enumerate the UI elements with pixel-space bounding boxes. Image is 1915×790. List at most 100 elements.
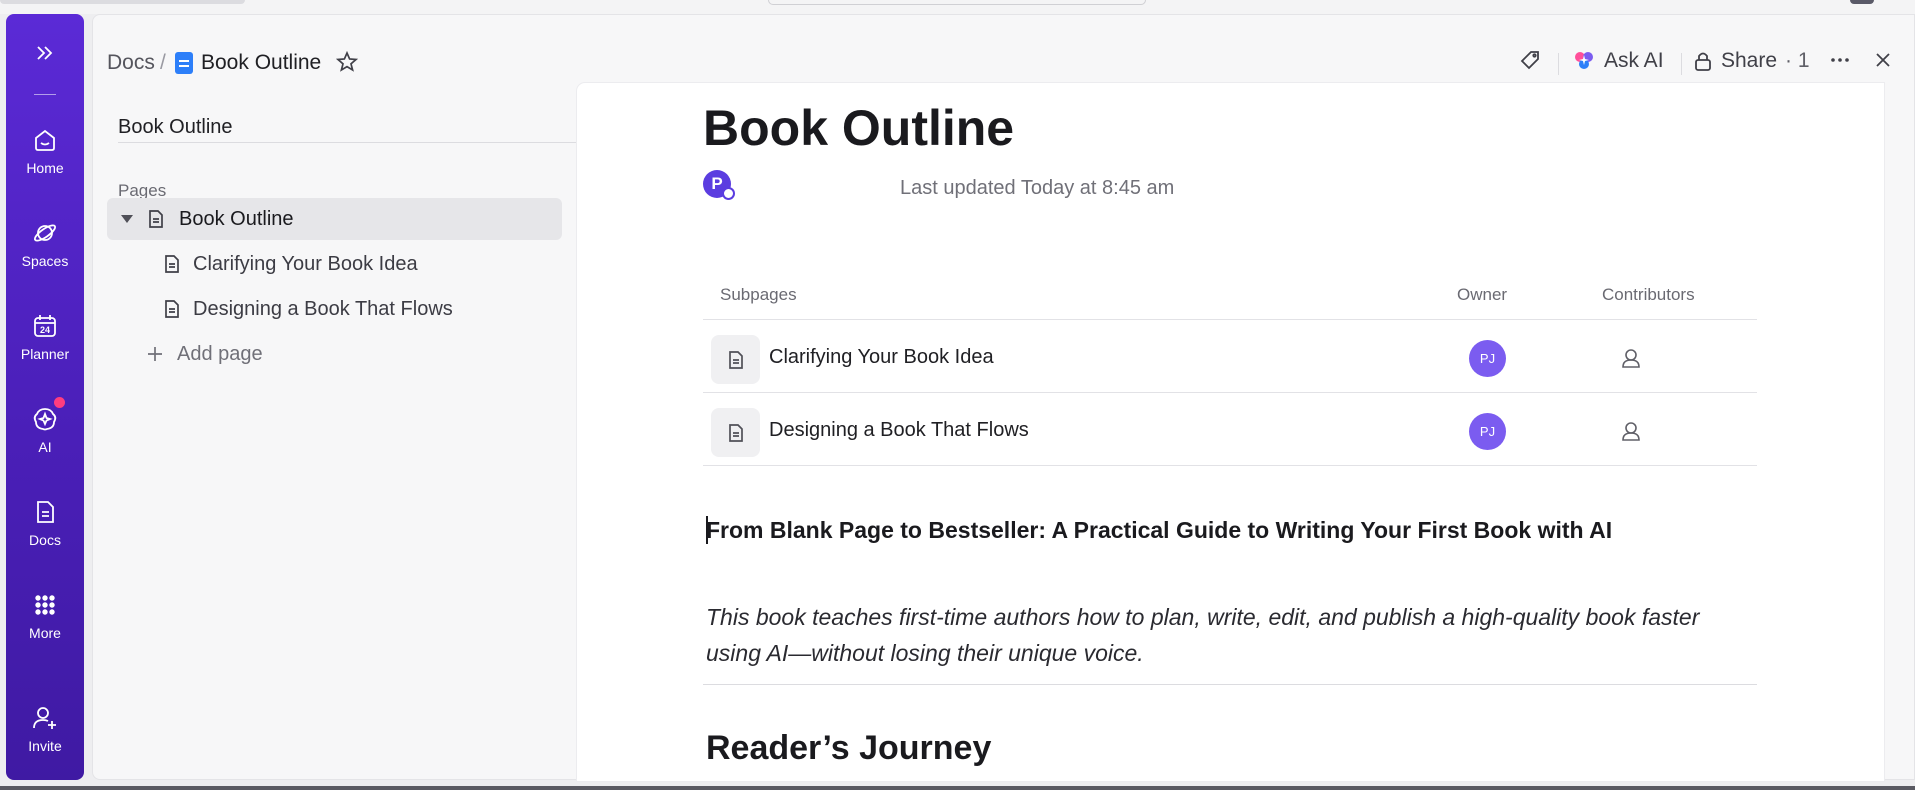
tag-button[interactable]	[1519, 49, 1541, 71]
rail-item-more[interactable]: More	[6, 591, 84, 641]
rail-item-planner[interactable]: 24 Planner	[6, 312, 84, 362]
page-icon	[165, 300, 179, 318]
sidebar-page-book-outline[interactable]: Book Outline	[107, 198, 562, 240]
double-chevron-right-icon	[37, 46, 53, 60]
add-page-button[interactable]: Add page	[107, 333, 562, 375]
sidebar-page-designing[interactable]: Designing a Book That Flows	[107, 288, 562, 330]
user-icon	[1622, 349, 1640, 368]
rail-label-ai: AI	[38, 439, 52, 455]
window-top-strip	[0, 0, 1915, 14]
book-summary[interactable]: This book teaches first-time authors how…	[706, 599, 1756, 671]
star-icon	[335, 50, 359, 72]
main-panel: Docs / Book Outline Ask AI Share · 1 Boo…	[92, 14, 1915, 781]
user-icon	[1622, 422, 1640, 441]
sidebar-title: Book Outline	[118, 116, 233, 138]
expand-rail-button[interactable]	[6, 42, 84, 64]
share-label: Share	[1721, 49, 1778, 72]
left-rail: Home Spaces 24 Planner AI Docs More Invi…	[6, 14, 84, 780]
ai-brain-icon	[33, 408, 57, 431]
book-title-heading[interactable]: From Blank Page to Bestseller: A Practic…	[706, 517, 1612, 544]
contributors-cell[interactable]	[1619, 419, 1643, 448]
page-icon	[728, 423, 743, 442]
sidebar-page-label: Clarifying Your Book Idea	[193, 252, 418, 275]
planet-icon	[34, 224, 56, 242]
sidebar-page-label: Designing a Book That Flows	[193, 297, 453, 320]
more-horizontal-icon	[1831, 58, 1849, 62]
document-canvas: Book Outline P Last updated Today at 8:4…	[577, 83, 1884, 781]
tag-icon	[1520, 51, 1539, 70]
owner-avatar[interactable]: PJ	[1469, 413, 1506, 450]
table-row[interactable]: Clarifying Your Book Idea PJ	[703, 320, 1757, 392]
column-header-contributors: Contributors	[1602, 285, 1695, 304]
rail-divider	[34, 94, 56, 95]
add-user-icon	[33, 707, 56, 729]
rail-label-home: Home	[26, 160, 64, 176]
doc-icon	[175, 52, 193, 74]
breadcrumb-separator: /	[160, 51, 166, 74]
breadcrumb-current[interactable]: Book Outline	[201, 51, 321, 75]
toolbar-divider	[1558, 53, 1559, 75]
page-title[interactable]: Book Outline	[703, 99, 1014, 157]
ask-ai-label: Ask AI	[1604, 49, 1664, 72]
plus-icon	[148, 347, 162, 361]
search-bar-shape[interactable]	[768, 0, 1146, 5]
table-divider	[703, 465, 1757, 466]
close-button[interactable]	[1872, 49, 1894, 71]
rail-label-planner: Planner	[20, 346, 70, 362]
rail-item-spaces[interactable]: Spaces	[6, 219, 84, 269]
home-icon	[35, 129, 55, 151]
rail-label-invite: Invite	[28, 738, 62, 754]
share-button[interactable]: Share · 1	[1693, 49, 1810, 73]
expand-button[interactable]	[1911, 203, 1915, 225]
rail-item-invite[interactable]: Invite	[6, 704, 84, 754]
rail-item-home[interactable]: Home	[6, 126, 84, 176]
lock-icon	[1695, 52, 1711, 71]
share-count: · 1	[1785, 49, 1810, 72]
author-avatar[interactable]: P	[703, 170, 735, 200]
grid-dots-icon	[35, 595, 55, 615]
ai-notification-badge	[54, 397, 65, 408]
subpage-icon	[711, 408, 760, 457]
profile-avatar-edge[interactable]	[1850, 0, 1874, 4]
favorite-button[interactable]	[335, 50, 359, 78]
ai-sparkle-icon	[1575, 52, 1593, 69]
more-options-button[interactable]	[1829, 49, 1851, 71]
subpage-name[interactable]: Clarifying Your Book Idea	[769, 346, 994, 369]
page-icon	[149, 210, 163, 228]
horizontal-rule	[703, 684, 1757, 685]
download-button[interactable]	[1911, 294, 1915, 316]
svg-text:24: 24	[40, 325, 50, 335]
comments-button[interactable]	[1911, 113, 1915, 135]
page-icon	[165, 255, 179, 273]
rail-item-ai[interactable]: AI	[6, 405, 84, 455]
rail-label-spaces: Spaces	[21, 253, 69, 269]
page-icon	[728, 350, 743, 369]
collapse-caret-icon[interactable]	[121, 215, 133, 223]
toolbar-divider	[1681, 53, 1682, 75]
subpage-name[interactable]: Designing a Book That Flows	[769, 419, 1029, 442]
last-updated-text: Last updated Today at 8:45 am	[900, 177, 1175, 199]
rail-label-more: More	[29, 625, 61, 641]
layout-button[interactable]	[1911, 249, 1915, 271]
column-header-subpages: Subpages	[720, 285, 797, 304]
breadcrumb-docs[interactable]: Docs	[107, 51, 155, 75]
owner-avatar[interactable]: PJ	[1469, 340, 1506, 377]
column-header-owner: Owner	[1457, 285, 1508, 304]
calendar-icon: 24	[34, 315, 56, 337]
rail-label-docs: Docs	[29, 532, 61, 548]
tab-strip-shape	[0, 0, 245, 4]
table-row[interactable]: Designing a Book That Flows PJ	[703, 393, 1757, 465]
sidebar-page-clarifying[interactable]: Clarifying Your Book Idea	[107, 243, 562, 285]
section-heading[interactable]: Reader’s Journey	[706, 729, 991, 768]
doc-header-bar: Docs / Book Outline Ask AI Share · 1	[93, 15, 1914, 85]
document-icon	[37, 501, 54, 523]
close-icon	[1876, 53, 1890, 67]
taskbar-edge	[0, 786, 1915, 790]
sidebar-page-label: Book Outline	[179, 207, 294, 230]
font-settings-button[interactable]: Aa	[1911, 160, 1915, 182]
contributors-cell[interactable]	[1619, 346, 1643, 375]
ask-ai-button[interactable]: Ask AI	[1572, 49, 1664, 73]
add-page-label: Add page	[177, 342, 263, 365]
subpage-icon	[711, 335, 760, 384]
rail-item-docs[interactable]: Docs	[6, 498, 84, 548]
